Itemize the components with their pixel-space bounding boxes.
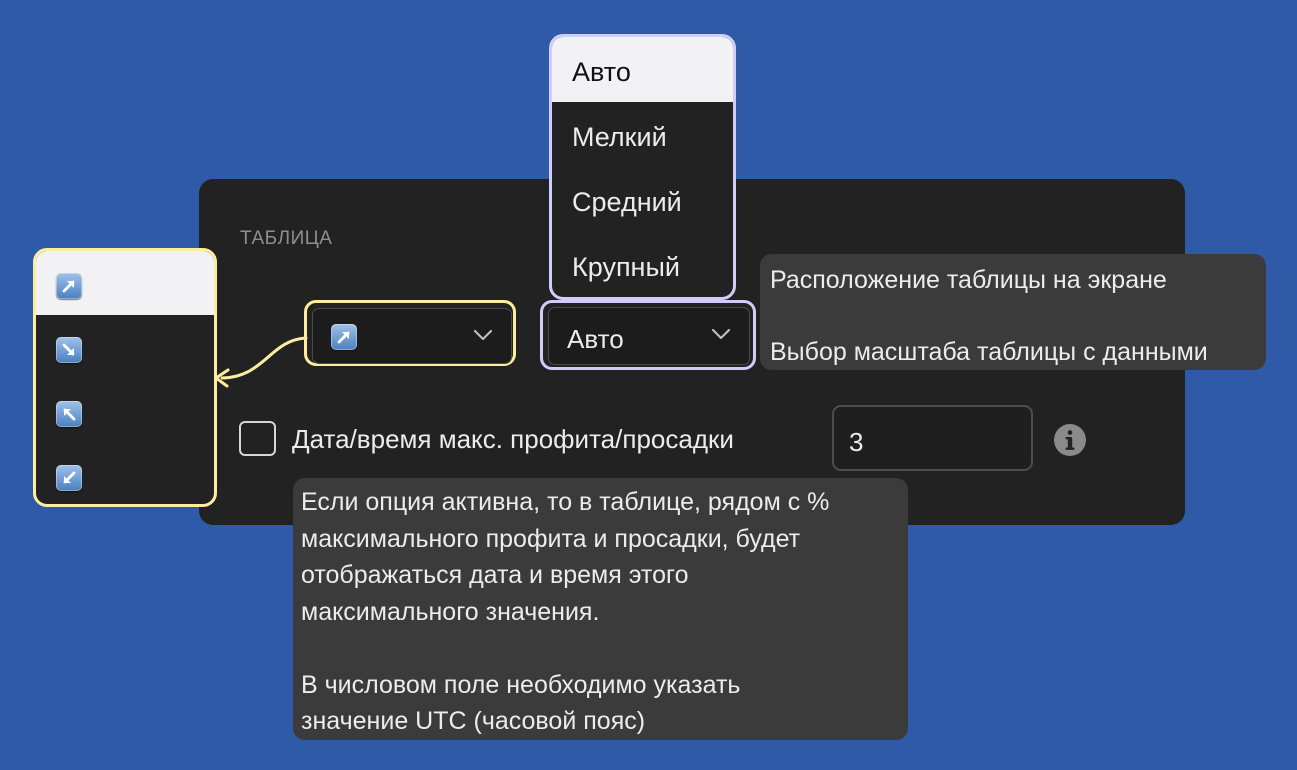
date-time-checkbox[interactable] [239,421,276,456]
scale-option-auto[interactable]: Авто [552,37,733,102]
position-menu [33,248,217,507]
scale-option-medium[interactable]: Средний [552,167,733,232]
selects-tooltip: Расположение таблицы на экране Выбор мас… [760,254,1266,370]
arrow-up-right-icon [331,324,357,350]
chevron-down-icon [711,328,731,340]
position-tooltip-text: Расположение таблицы на экране [770,266,1167,294]
scale-option-small[interactable]: Мелкий [552,102,733,167]
arrow-up-left-icon [56,401,82,427]
arrow-down-left-icon [56,465,82,491]
date-time-tooltip: Если опция активна, то в таблице, рядом … [293,478,908,740]
chevron-down-icon [473,329,493,341]
connector-arrow [214,336,308,388]
scale-menu: Авто Мелкий Средний Крупный [549,34,736,300]
scale-select-value: Авто [567,324,624,354]
info-icon[interactable] [1054,424,1086,456]
date-time-checkbox-label: Дата/время макс. профита/просадки [292,424,734,454]
position-option-bottom-left[interactable] [36,443,214,504]
utc-offset-input[interactable]: 3 [832,405,1033,471]
position-select[interactable] [312,308,512,364]
utc-offset-value: 3 [849,427,864,457]
scale-tooltip-text: Выбор масштаба таблицы с данными [770,338,1208,366]
scale-select[interactable]: Авто [548,307,750,365]
position-option-top-left[interactable] [36,379,214,443]
arrow-down-right-icon [56,337,82,363]
arrow-up-right-icon [56,273,82,299]
section-title: ТАБЛИЦА [240,228,333,249]
position-option-bottom-right[interactable] [36,315,214,379]
scale-option-large[interactable]: Крупный [552,232,733,297]
position-option-top-right[interactable] [36,251,214,315]
